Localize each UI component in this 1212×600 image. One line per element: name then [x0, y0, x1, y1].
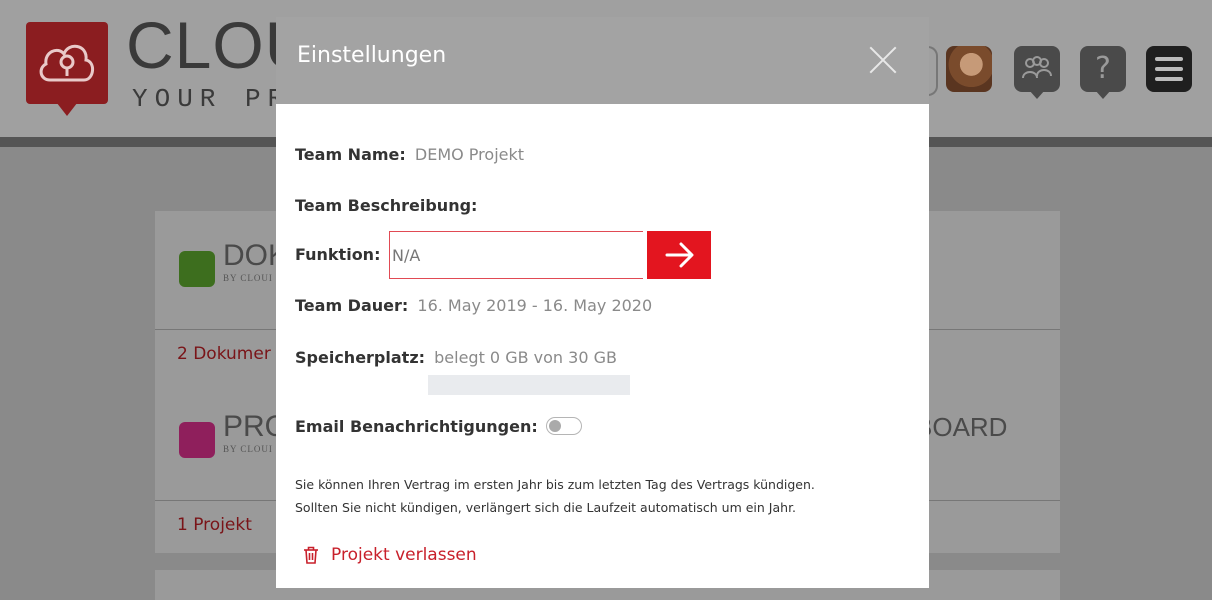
project-app-icon	[179, 422, 215, 458]
function-label-row: Funktion:	[295, 247, 380, 263]
settings-modal: Einstellungen Team Name: DEMO Projekt Te…	[276, 17, 929, 588]
storage-label: Speicherplatz:	[295, 348, 426, 367]
leave-project-link[interactable]: Projekt verlassen	[303, 545, 477, 565]
team-description-label: Team Beschreibung:	[295, 196, 478, 215]
close-icon[interactable]	[868, 45, 898, 75]
document-app-icon	[179, 251, 215, 287]
help-icon[interactable]: ?	[1080, 46, 1126, 99]
function-submit-button[interactable]	[647, 231, 711, 279]
function-label: Funktion:	[295, 245, 381, 264]
user-avatar[interactable]	[946, 46, 992, 92]
team-name-value: DEMO Projekt	[414, 145, 525, 164]
card-count[interactable]: 1 Projekt	[177, 515, 252, 535]
card-byline: BY CLOUI	[223, 273, 273, 283]
help-glyph: ?	[1095, 51, 1111, 86]
email-notifications-label: Email Benachrichtigungen:	[295, 417, 538, 436]
arrow-right-icon	[665, 242, 694, 268]
storage-progress-bar	[428, 375, 630, 395]
card-byline: BY CLOUI	[223, 444, 273, 454]
email-notifications-row: Email Benachrichtigungen:	[295, 419, 538, 435]
storage-row: Speicherplatz: belegt 0 GB von 30 GB	[295, 350, 617, 366]
team-name-row: Team Name: DEMO Projekt	[295, 147, 524, 163]
team-duration-label: Team Dauer:	[295, 296, 409, 315]
team-icon[interactable]	[1014, 46, 1060, 99]
team-duration-value: 16. May 2019 - 16. May 2020	[417, 296, 653, 315]
logo-cloud-icon[interactable]	[26, 22, 108, 116]
function-input[interactable]	[389, 231, 643, 279]
modal-title: Einstellungen	[297, 43, 447, 68]
team-name-label: Team Name:	[295, 145, 406, 164]
toggle-knob	[549, 420, 561, 432]
contract-notice: Sie können Ihren Vertrag im ersten Jahr …	[295, 473, 915, 519]
leave-project-label: Projekt verlassen	[331, 545, 477, 565]
notice-line-2: Sollten Sie nicht kündigen, verlängert s…	[295, 500, 797, 515]
brand-tagline: YOUR PR	[132, 84, 291, 114]
team-description-row: Team Beschreibung:	[295, 198, 477, 214]
hamburger-menu-icon[interactable]	[1146, 46, 1192, 92]
notice-line-1: Sie können Ihren Vertrag im ersten Jahr …	[295, 477, 815, 492]
trash-icon	[304, 546, 318, 564]
modal-header: Einstellungen	[276, 17, 929, 104]
team-duration-row: Team Dauer: 16. May 2019 - 16. May 2020	[295, 298, 652, 314]
card-count[interactable]: 2 Dokumer	[177, 344, 271, 364]
email-notifications-toggle[interactable]	[546, 417, 582, 435]
storage-value: belegt 0 GB von 30 GB	[434, 348, 617, 367]
